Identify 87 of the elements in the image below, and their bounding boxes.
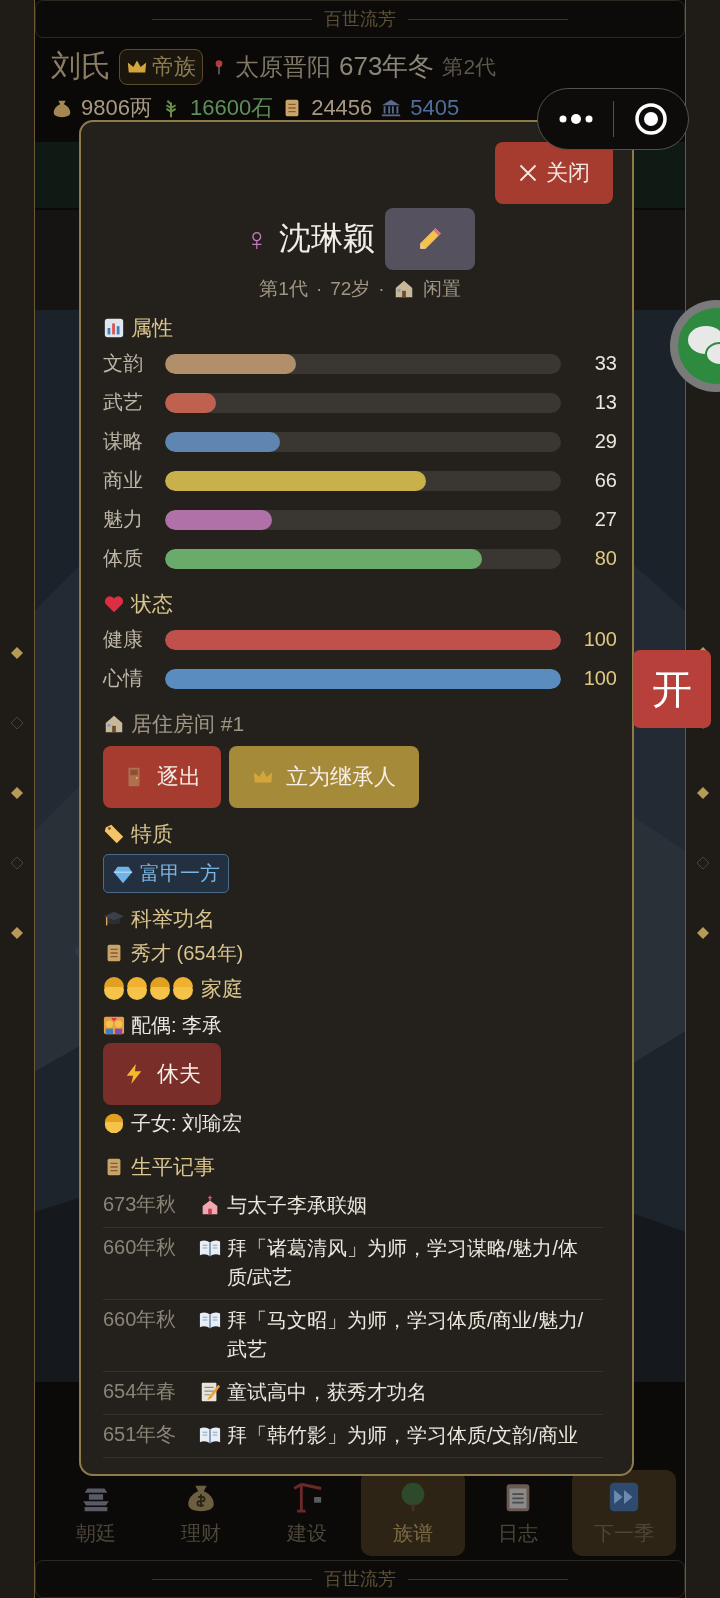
bar-chart-icon xyxy=(103,317,125,339)
edit-name-button[interactable] xyxy=(385,208,475,270)
rank-badge: 帝族 xyxy=(119,48,203,85)
bank-icon xyxy=(380,97,403,119)
more-icon[interactable] xyxy=(557,113,594,125)
stat-label: 商业 xyxy=(103,468,144,493)
tag-icon xyxy=(103,823,125,845)
nav-tab[interactable]: 日志 xyxy=(466,1470,571,1556)
event-date: 654年春 xyxy=(103,1379,178,1404)
child-face-icon xyxy=(103,1112,125,1134)
section-title: 科举功名 xyxy=(131,906,215,932)
diamond-ornament xyxy=(696,856,710,870)
family-icon xyxy=(103,977,195,1001)
wechat-icon[interactable] xyxy=(668,298,720,394)
stat-label: 健康 xyxy=(103,627,144,652)
event-text: 童试高中，获秀才功名 xyxy=(227,1380,427,1405)
stat-value: 100 xyxy=(582,667,617,690)
event-date: 673年秋 xyxy=(103,1192,178,1217)
close-target-icon[interactable] xyxy=(634,102,669,136)
house-icon xyxy=(103,713,125,735)
stat-value: 33 xyxy=(593,352,617,375)
nav-tab[interactable]: 朝廷 xyxy=(43,1470,148,1556)
couple-icon xyxy=(103,1014,125,1036)
stat-value: 13 xyxy=(593,391,617,414)
section-title: 家庭 xyxy=(201,976,243,1002)
stat-label: 武艺 xyxy=(103,390,144,415)
season-date: 673年冬 xyxy=(339,50,435,83)
stat-value: 66 xyxy=(593,469,617,492)
close-button[interactable]: 关闭 xyxy=(495,142,613,204)
member-status: 闲置 xyxy=(422,277,461,301)
close-icon xyxy=(518,163,538,183)
section-title: 状态 xyxy=(131,591,173,617)
nav-tab[interactable]: 建设 xyxy=(255,1470,360,1556)
diamond-ornament xyxy=(10,786,24,800)
gender-symbol: ♀ xyxy=(245,220,269,258)
member-generation: 第1代 xyxy=(259,277,308,301)
section-title: 特质 xyxy=(131,821,173,847)
diamond-ornament xyxy=(696,926,710,940)
divorce-button[interactable]: 休夫 xyxy=(103,1043,221,1105)
separator-dot: · xyxy=(378,278,385,300)
stat-value: 29 xyxy=(593,430,617,453)
separator-dot: · xyxy=(315,278,323,300)
member-age: 72岁 xyxy=(330,277,371,301)
member-name: 沈琳颖 xyxy=(279,219,375,258)
stat-label: 体质 xyxy=(103,546,144,571)
location: 太原晋阳 xyxy=(235,51,331,82)
diamond-ornament xyxy=(10,646,24,660)
memo-icon xyxy=(199,1381,221,1403)
banner-title: 百世流芳 xyxy=(324,8,396,31)
nav-tab[interactable]: 理财 xyxy=(149,1470,254,1556)
stat-label: 魅力 xyxy=(103,507,144,532)
stat-value: 100 xyxy=(582,628,617,651)
children-info: 子女: 刘瑜宏 xyxy=(131,1110,243,1136)
resource-value: 5405 xyxy=(410,95,460,121)
room-label: 居住房间 #1 xyxy=(131,711,245,737)
event-date: 651年冬 xyxy=(103,1422,178,1447)
event-text: 拜「韩竹影」为师，学习体质/文韵/商业 xyxy=(227,1423,578,1448)
spouse-info: 配偶: 李承 xyxy=(131,1012,223,1038)
stat-label: 文韵 xyxy=(103,351,144,376)
banner-title: 百世流芳 xyxy=(324,1568,396,1591)
section-title: 生平记事 xyxy=(131,1154,215,1180)
heart-icon xyxy=(103,593,125,615)
diamond-ornament xyxy=(10,926,24,940)
stat-value: 27 xyxy=(593,508,617,531)
resource-value: 9806两 xyxy=(81,94,152,122)
stat-value: 80 xyxy=(593,547,617,570)
family-name: 刘氏 xyxy=(51,48,111,84)
diamond-ornament xyxy=(696,786,710,800)
event-date: 660年秋 xyxy=(103,1235,178,1260)
generation: 第2代 xyxy=(442,53,497,80)
diamond-ornament xyxy=(10,716,24,730)
event-date: 660年秋 xyxy=(103,1307,178,1332)
event-text: 拜「马文昭」为师，学习体质/商业/魅力/武艺 xyxy=(227,1308,585,1362)
resource-value: 24456 xyxy=(311,95,373,121)
open-button[interactable]: 开 xyxy=(633,650,711,728)
stat-label: 谋略 xyxy=(103,429,144,454)
trait-tag: 富甲一方 xyxy=(103,854,229,893)
pencil-icon xyxy=(417,226,443,252)
diamond-ornament xyxy=(10,856,24,870)
event-text: 与太子李承联姻 xyxy=(227,1193,367,1218)
section-title: 属性 xyxy=(131,315,173,341)
exam-degree: 秀才 (654年) xyxy=(131,940,244,966)
expel-button[interactable]: 逐出 xyxy=(103,746,221,808)
resource-value: 16600石 xyxy=(189,94,274,122)
set-heir-button[interactable]: 立为继承人 xyxy=(229,746,419,808)
event-text: 拜「诸葛清风」为师，学习谋略/魅力/体质/武艺 xyxy=(227,1236,579,1290)
stat-label: 心情 xyxy=(103,666,144,691)
